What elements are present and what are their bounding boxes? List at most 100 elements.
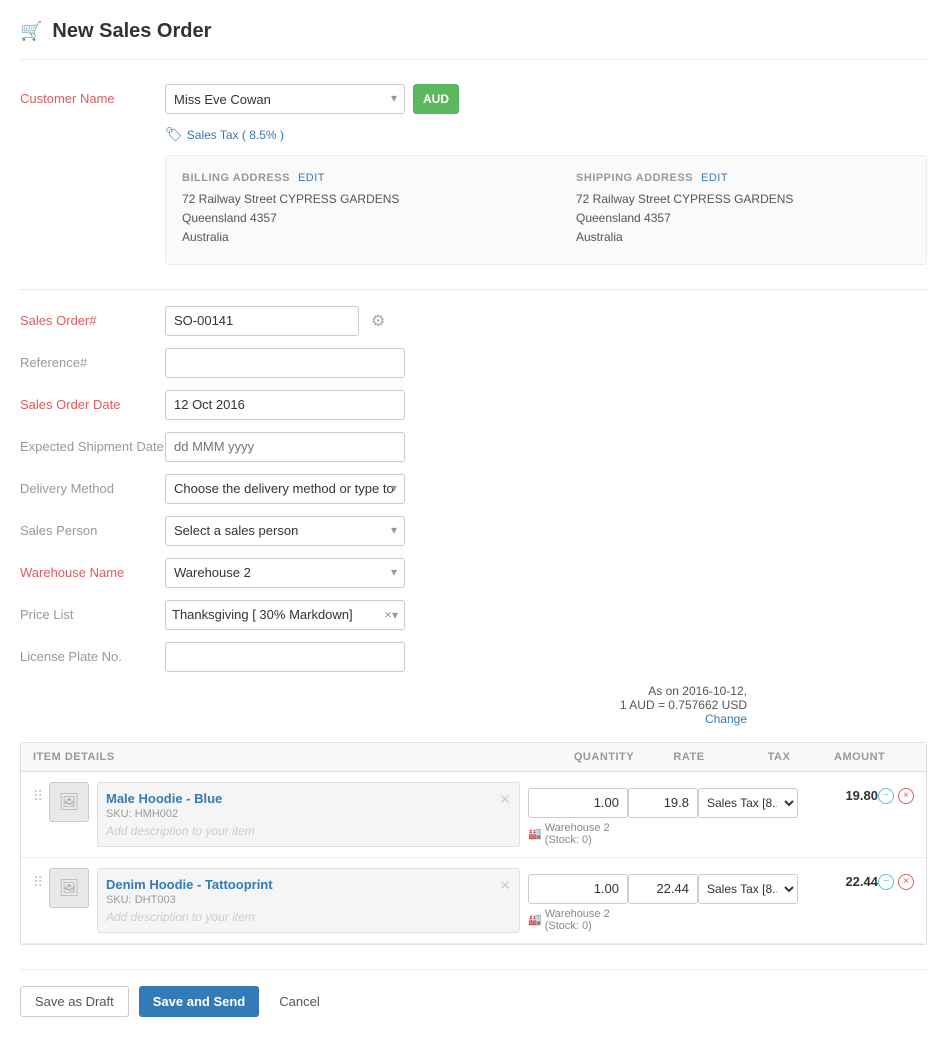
item-close-icon[interactable]: ✕ bbox=[499, 877, 511, 894]
tax-icon: 🏷 bbox=[165, 126, 183, 143]
item-amount: 22.44 bbox=[818, 868, 878, 889]
customer-name-select[interactable]: Miss Eve Cowan bbox=[165, 84, 405, 114]
divider bbox=[20, 289, 927, 290]
cart-icon: 🛒 bbox=[20, 21, 42, 42]
sales-person-select[interactable]: Select a sales person bbox=[165, 516, 405, 546]
customer-name-dropdown-wrapper: Miss Eve Cowan bbox=[165, 84, 405, 114]
exchange-change-link[interactable]: Change bbox=[20, 712, 747, 726]
item-remove-button[interactable]: × bbox=[898, 788, 914, 804]
warehouse-icon: 🏭 bbox=[528, 913, 542, 926]
price-list-control: Thanksgiving [ 30% Markdown] × ▾ bbox=[165, 600, 405, 630]
item-sku: SKU: DHT003 bbox=[106, 894, 273, 906]
customer-name-label: Customer Name bbox=[20, 84, 165, 106]
warehouse-name-label: Warehouse Name bbox=[20, 558, 165, 580]
expected-shipment-row: Expected Shipment Date bbox=[20, 432, 927, 462]
shipping-address-title: SHIPPING ADDRESS EDIT bbox=[576, 172, 910, 184]
price-list-arrow-icon[interactable]: ▾ bbox=[392, 608, 398, 622]
billing-address-text: 72 Railway Street CYPRESS GARDENS Queens… bbox=[182, 190, 516, 248]
table-row: ⠿ 🖼 Male Hoodie - Blue SKU: HMH002 ✕ Add… bbox=[21, 772, 926, 858]
warehouse-icon: 🏭 bbox=[528, 827, 542, 840]
page-header: 🛒 New Sales Order bbox=[20, 20, 927, 60]
item-detail-block: Male Hoodie - Blue SKU: HMH002 ✕ Add des… bbox=[97, 782, 520, 847]
price-list-row: Price List Thanksgiving [ 30% Markdown] … bbox=[20, 600, 927, 630]
drag-handle-icon[interactable]: ⠿ bbox=[33, 868, 49, 891]
item-sku: SKU: HMH002 bbox=[106, 808, 222, 820]
page-title: New Sales Order bbox=[52, 20, 211, 43]
item-description: Add description to your item bbox=[106, 910, 511, 924]
license-plate-row: License Plate No. bbox=[20, 642, 927, 672]
reference-label: Reference# bbox=[20, 348, 165, 370]
sales-person-label: Sales Person bbox=[20, 516, 165, 538]
item-image: 🖼 bbox=[49, 868, 89, 908]
warehouse-stock-info: 🏭 Warehouse 2 (Stock: 0) bbox=[528, 822, 628, 846]
license-plate-label: License Plate No. bbox=[20, 642, 165, 664]
gear-icon[interactable]: ⚙ bbox=[371, 311, 385, 331]
image-placeholder-icon: 🖼 bbox=[59, 878, 79, 898]
shipping-address-text: 72 Railway Street CYPRESS GARDENS Queens… bbox=[576, 190, 910, 248]
item-quantity-input[interactable] bbox=[528, 874, 628, 904]
header-amount: AMOUNT bbox=[834, 751, 914, 763]
exchange-info: As on 2016-10-12, 1 AUD = 0.757662 USD C… bbox=[20, 684, 927, 726]
save-send-button[interactable]: Save and Send bbox=[139, 986, 259, 1017]
tax-link[interactable]: 🏷 Sales Tax ( 8.5% ) bbox=[165, 126, 927, 143]
item-close-icon[interactable]: ✕ bbox=[499, 791, 511, 808]
reference-input[interactable] bbox=[165, 348, 405, 378]
billing-address-edit[interactable]: EDIT bbox=[298, 172, 325, 184]
item-tax-select[interactable]: Sales Tax [8... bbox=[698, 788, 798, 818]
expected-shipment-input[interactable] bbox=[165, 432, 405, 462]
billing-address-title: BILLING ADDRESS EDIT bbox=[182, 172, 516, 184]
header-quantity: QUANTITY bbox=[554, 751, 654, 763]
billing-address-block: BILLING ADDRESS EDIT 72 Railway Street C… bbox=[182, 172, 516, 248]
address-section: BILLING ADDRESS EDIT 72 Railway Street C… bbox=[165, 155, 927, 265]
delivery-method-row: Delivery Method Choose the delivery meth… bbox=[20, 474, 927, 504]
item-rate-input[interactable] bbox=[628, 874, 698, 904]
sales-order-date-input[interactable] bbox=[165, 390, 405, 420]
sales-order-input[interactable] bbox=[165, 306, 359, 336]
delivery-method-select[interactable]: Choose the delivery method or type to ad… bbox=[165, 474, 405, 504]
item-image: 🖼 bbox=[49, 782, 89, 822]
expected-shipment-label: Expected Shipment Date bbox=[20, 432, 165, 454]
item-remove-button[interactable]: × bbox=[898, 874, 914, 890]
warehouse-name-row: Warehouse Name Warehouse 2 bbox=[20, 558, 927, 588]
shipping-address-edit[interactable]: EDIT bbox=[701, 172, 728, 184]
sales-order-date-row: Sales Order Date bbox=[20, 390, 927, 420]
cancel-button[interactable]: Cancel bbox=[269, 986, 329, 1017]
items-header: ITEM DETAILS QUANTITY RATE TAX AMOUNT bbox=[21, 743, 926, 772]
sales-person-dropdown-wrapper: Select a sales person bbox=[165, 516, 405, 546]
item-decrement-button[interactable]: − bbox=[878, 874, 894, 890]
item-tax-select[interactable]: Sales Tax [8... bbox=[698, 874, 798, 904]
warehouse-stock-info: 🏭 Warehouse 2 (Stock: 0) bbox=[528, 908, 628, 932]
customer-name-row: Customer Name Miss Eve Cowan AUD bbox=[20, 84, 927, 114]
image-placeholder-icon: 🖼 bbox=[59, 792, 79, 812]
drag-handle-icon[interactable]: ⠿ bbox=[33, 782, 49, 805]
price-list-label: Price List bbox=[20, 600, 165, 622]
sales-person-row: Sales Person Select a sales person bbox=[20, 516, 927, 546]
license-plate-input[interactable] bbox=[165, 642, 405, 672]
item-detail-block: Denim Hoodie - Tattooprint SKU: DHT003 ✕… bbox=[97, 868, 520, 933]
item-quantity-input[interactable] bbox=[528, 788, 628, 818]
warehouse-select[interactable]: Warehouse 2 bbox=[165, 558, 405, 588]
sales-order-row: Sales Order# ⚙ bbox=[20, 306, 927, 336]
customer-name-controls: Miss Eve Cowan AUD bbox=[165, 84, 459, 114]
delivery-method-label: Delivery Method bbox=[20, 474, 165, 496]
save-draft-button[interactable]: Save as Draft bbox=[20, 986, 129, 1017]
item-description: Add description to your item bbox=[106, 824, 511, 838]
price-list-clear-button[interactable]: × bbox=[384, 607, 392, 622]
sales-order-label: Sales Order# bbox=[20, 306, 165, 328]
sales-order-controls: ⚙ bbox=[165, 306, 385, 336]
header-item-details: ITEM DETAILS bbox=[33, 751, 554, 763]
header-tax: TAX bbox=[724, 751, 834, 763]
table-row: ⠿ 🖼 Denim Hoodie - Tattooprint SKU: DHT0… bbox=[21, 858, 926, 944]
shipping-address-block: SHIPPING ADDRESS EDIT 72 Railway Street … bbox=[576, 172, 910, 248]
tax-label: Sales Tax ( 8.5% ) bbox=[187, 128, 284, 142]
currency-button[interactable]: AUD bbox=[413, 84, 459, 114]
item-rate-input[interactable] bbox=[628, 788, 698, 818]
delivery-method-dropdown-wrapper: Choose the delivery method or type to ad… bbox=[165, 474, 405, 504]
item-decrement-button[interactable]: − bbox=[878, 788, 894, 804]
header-rate: RATE bbox=[654, 751, 724, 763]
price-list-value: Thanksgiving [ 30% Markdown] bbox=[172, 607, 384, 622]
item-name: Male Hoodie - Blue bbox=[106, 791, 222, 806]
reference-row: Reference# bbox=[20, 348, 927, 378]
sales-order-date-label: Sales Order Date bbox=[20, 390, 165, 412]
item-name: Denim Hoodie - Tattooprint bbox=[106, 877, 273, 892]
